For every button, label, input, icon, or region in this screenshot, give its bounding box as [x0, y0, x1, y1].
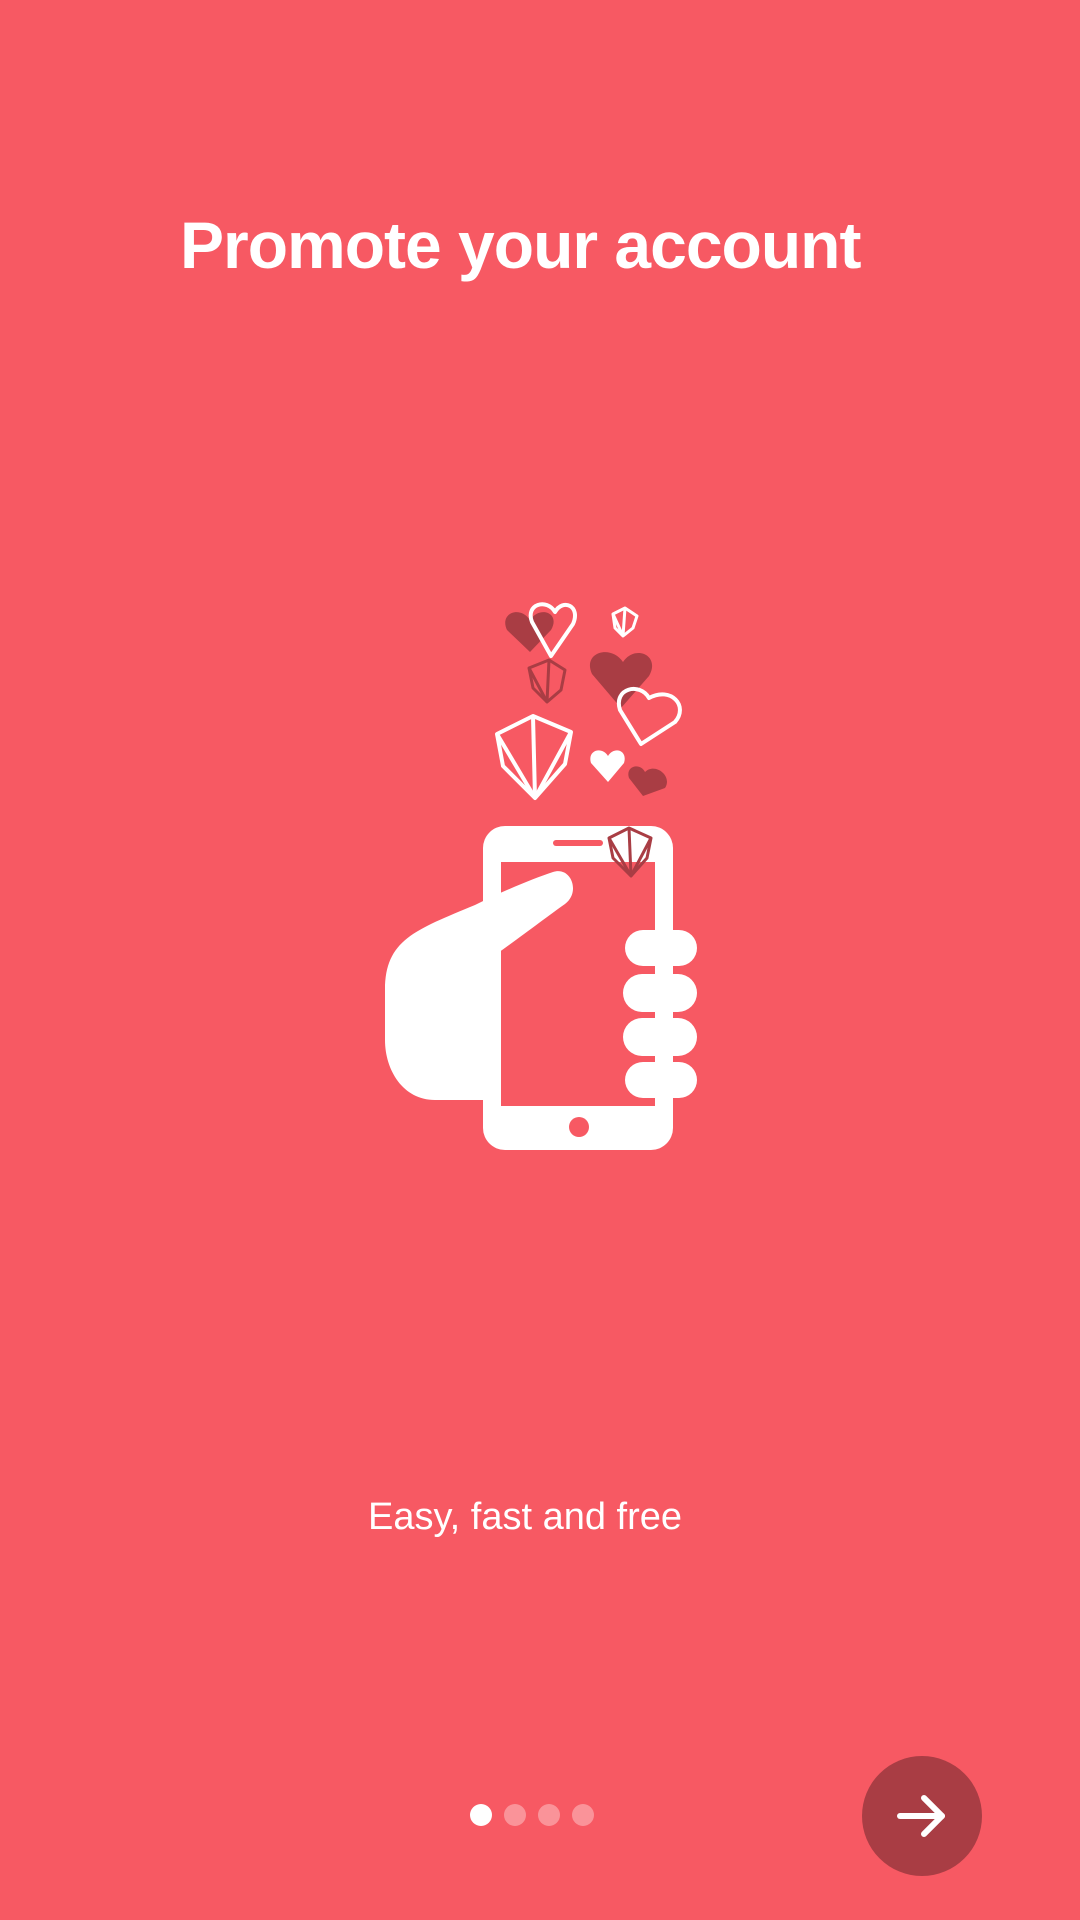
heart-outline-icon — [528, 602, 577, 658]
page-indicator — [470, 1800, 594, 1830]
diamond-icon — [611, 606, 639, 638]
subtitle: Easy, fast and free — [368, 1496, 683, 1538]
page-title: Promote your account — [180, 208, 861, 282]
heart-icon — [628, 766, 667, 796]
diamond-icon — [527, 658, 567, 704]
diamond-icon — [495, 714, 573, 800]
page-dot-2[interactable] — [504, 1804, 526, 1826]
onboarding-screen: Promote your account Easy, fast and free — [0, 0, 1080, 1920]
page-dot-4[interactable] — [572, 1804, 594, 1826]
hand-holding-phone-icon — [385, 602, 697, 1150]
next-button[interactable] — [862, 1756, 982, 1876]
page-dot-3[interactable] — [538, 1804, 560, 1826]
illustration-image — [385, 600, 701, 1156]
heart-icon — [590, 750, 625, 782]
page-dot-1[interactable] — [470, 1804, 492, 1826]
arrow-right-icon — [897, 1795, 945, 1837]
